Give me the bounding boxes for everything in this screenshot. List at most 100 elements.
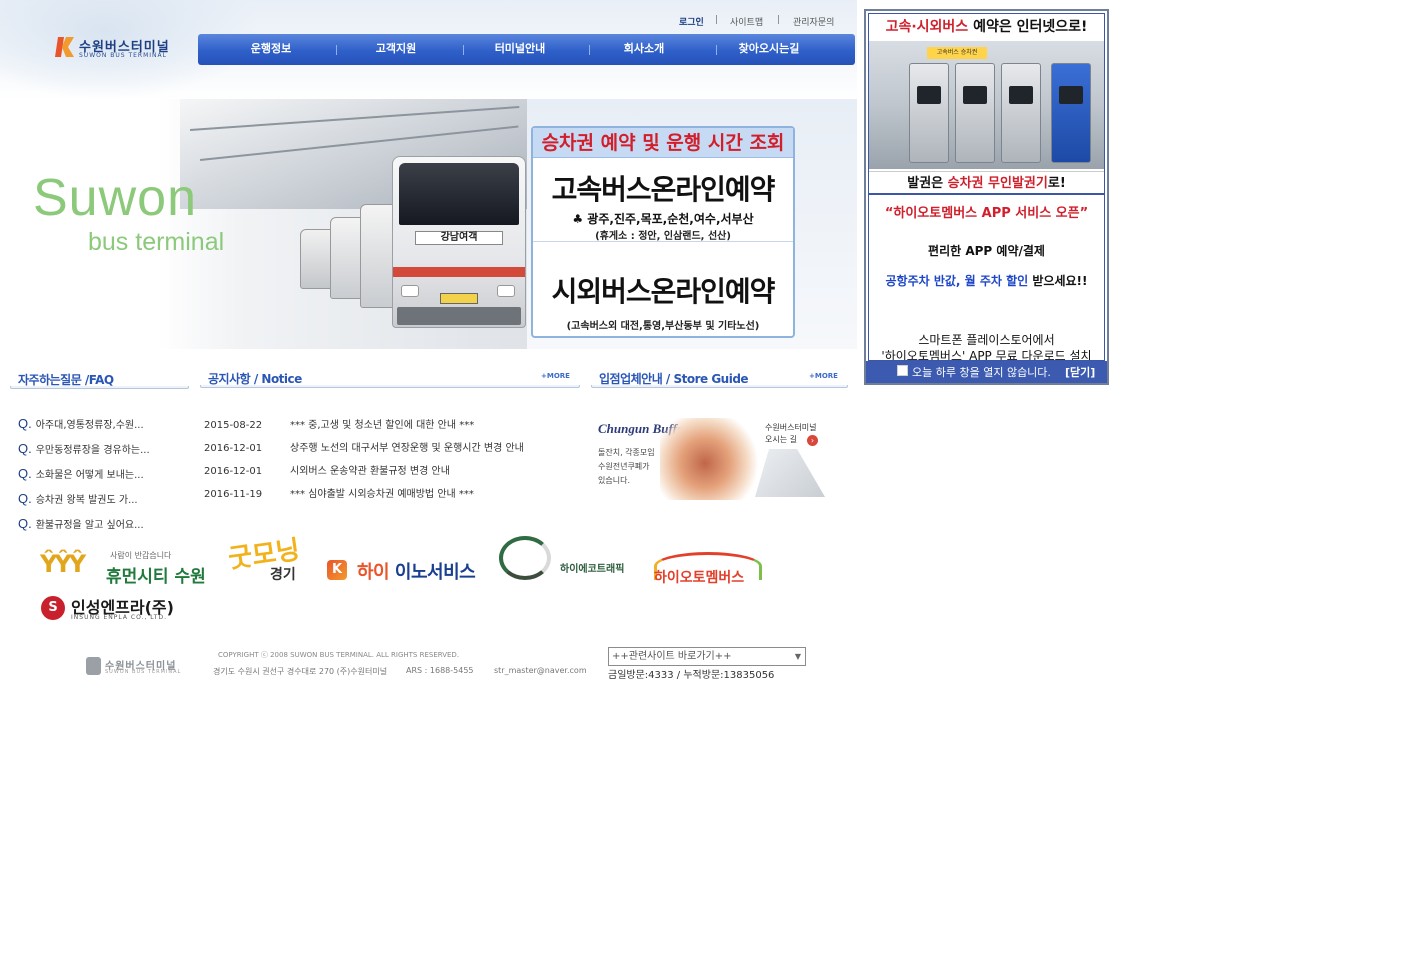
logo-subtext: SUWON BUS TERMINAL [79,52,167,59]
notice-date: 2016-11-19 [204,489,263,500]
chevron-right-icon[interactable]: › [807,435,818,446]
hiauto-label: 하이오토멤버스 [654,570,745,586]
notice-row[interactable]: 2015-08-22 *** 중,고생 및 청소년 할인에 대한 안내 *** [204,416,474,431]
popup-line-rest: 받으세요!! [1028,274,1088,288]
ticket-kiosk [909,63,949,163]
bus-front-image: 강남여객 [392,156,526,328]
store-desc-line: 수원전년쿠폐가 [598,462,650,471]
hiinno-label: 하이 이노서비스 [357,558,476,584]
directions-sign-line: 수원버스터미널 [765,423,817,432]
popup-line: 공항주차 반값, 월 주차 할인 받으세요!! [869,272,1104,289]
main-navigation: 운행정보 고객지원 터미널안내 회사소개 찾아오시는길 [198,34,855,65]
notice-row[interactable]: 2016-11-19 *** 심야출발 시외승차권 예매방법 안내 *** [204,485,474,500]
nav-item-terminal-guide[interactable]: 터미널안내 [470,34,570,65]
faq-item[interactable]: Q. 소화물은 어떻게 보내는... [18,466,144,481]
nav-item-operation-info[interactable]: 운행정보 [221,34,321,65]
notice-title-underline [200,385,580,388]
footer-copyright: COPYRIGHT ⓒ 2008 SUWON BUS TERMINAL. ALL… [218,651,460,659]
partner-hi-eco-traffic[interactable]: 하이에코트래픽 [499,536,644,582]
hieco-label: 하이에코트래픽 [560,564,625,575]
nav-item-customer-support[interactable]: 고객지원 [346,34,446,65]
booking-divider [533,241,793,242]
insung-label-en: INSUNG ENPLA CO., LTD. [71,614,167,621]
hiinno-label-rest: 이노서비스 [389,562,476,583]
popup-line: 스마트폰 플레이스토어에서 [918,333,1055,347]
store-guide-banner[interactable]: Chungun Buffet 돌잔치, 각종모임 수원전년쿠폐가 있습니다. 수… [595,404,843,504]
popup-headline-rest: 예약은 인터넷으로! [968,19,1088,35]
util-separator: | [777,15,781,25]
store-desc-line: 있습니다. [598,476,630,485]
faq-item[interactable]: Q. 환불규정을 알고 싶어요... [18,516,144,531]
related-sites-select[interactable]: ++관련사이트 바로가기++ ▼ [608,647,806,666]
notice-subject: 상주행 노선의 대구서부 연장운행 및 운행시간 변경 안내 [290,443,524,454]
partner-insung-enpla[interactable]: S 인성엔프라(주) INSUNG ENPLA CO., LTD. [41,594,183,626]
express-rest-areas: (휴게소 : 정안, 인삼랜드, 선산) [595,231,731,242]
caption-post: 로! [1047,176,1066,191]
notice-date: 2016-12-01 [204,466,263,477]
nav-item-directions[interactable]: 찾아오시는길 [719,34,819,65]
store-more-button[interactable]: +MORE [809,372,838,380]
popup-content[interactable]: 고속·시외버스 예약은 인터넷으로! 고속버스 승차권 발권은 승차권 무인발권… [868,13,1105,361]
hi-logo-icon: K [327,560,347,580]
store-title-underline [591,385,848,388]
faq-question: 우만동정류장을 경유하는... [35,445,150,456]
notice-more-button[interactable]: +MORE [541,372,570,380]
popup-headline-red: 고속·시외버스 [885,19,969,35]
dropdown-arrow-icon: ▼ [794,652,801,661]
nav-separator [589,45,590,55]
sitemap-link[interactable]: 사이트맵 [730,15,763,28]
partner-hi-auto-members[interactable]: 하이오토멤버스 [652,552,766,588]
human-city-tagline: 사람이 반갑습니다 [110,551,172,560]
intercity-routes: (고속버스외 대전,통영,부산동부 및 기타노선) [566,321,760,332]
site-logo[interactable]: 수원버스터미널 SUWON BUS TERMINAL [54,35,184,63]
ticket-kiosk [1051,63,1091,163]
express-booking-title[interactable]: 고속버스온라인예약 [533,168,793,208]
notice-row[interactable]: 2016-12-01 시외버스 운송약관 환불규정 변경 안내 [204,462,450,477]
nav-separator [716,45,717,55]
buffet-food-image [660,418,760,500]
ticket-kiosk [1001,63,1041,163]
partner-good-morning-gyeonggi[interactable]: 굿모닝 경기 [227,528,310,588]
bus-windshield [399,163,519,225]
footer-logo: 수원버스터미널 SUWON BUS TERMINAL [86,657,196,677]
faq-q-mark: Q. [18,416,32,431]
nav-item-company-intro[interactable]: 회사소개 [594,34,694,65]
people-figures-icon: ŶŶŶ [40,550,86,578]
bus-headlight [497,285,515,297]
footer-email[interactable]: str_master@naver.com [494,666,587,675]
caption-red: 승차권 무인발권기 [947,176,1048,191]
intercity-booking-title[interactable]: 시외버스온라인예약 [533,270,793,310]
ticket-kiosk [955,63,995,163]
faq-question: 승차권 왕복 발권도 가... [35,495,138,506]
faq-question: 아주대,영통정류장,수원... [35,420,144,431]
partner-hi-inno-service[interactable]: K 하이 이노서비스 [327,558,489,584]
admin-contact-link[interactable]: 관리자문의 [793,15,834,28]
human-city-label: 휴먼시티 수원 [106,567,206,587]
popup-line-blue: 공항주차 반값, 월 주차 할인 [885,274,1029,288]
store-description: 돌잔치, 각종모임 수원전년쿠폐가 있습니다. [598,446,655,488]
booking-banner-header: 승차권 예약 및 운행 시간 조회 [533,128,793,158]
partner-human-city-suwon[interactable]: ŶŶŶ 사람이 반갑습니다 휴먼시티 수원 [40,542,216,590]
kiosk-sign: 고속버스 승차권 [927,47,987,59]
login-link[interactable]: 로그인 [679,15,704,28]
kiosk-screen [1059,86,1083,104]
nav-separator [336,45,337,55]
bus-terminal-wordmark: bus terminal [88,228,225,256]
bus-stripe [393,267,525,277]
dont-show-today-label[interactable]: 오늘 하루 창을 열지 않습니다. [912,364,1051,380]
gyeonggi-label: 경기 [270,567,296,583]
faq-item[interactable]: Q. 우만동정류장을 경유하는... [18,441,150,456]
faq-question: 소화물은 어떻게 보내는... [35,470,144,481]
faq-item[interactable]: Q. 아주대,영통정류장,수원... [18,416,144,431]
popup-kiosk-caption: 발권은 승차권 무인발권기로! [869,171,1104,195]
popup-close-button[interactable]: [닫기] [1065,364,1095,380]
faq-q-mark: Q. [18,441,32,456]
dont-show-today-checkbox[interactable] [897,365,908,376]
notice-row[interactable]: 2016-12-01 상주행 노선의 대구서부 연장운행 및 운행시간 변경 안내 [204,439,524,454]
online-booking-banner[interactable]: 승차권 예약 및 운행 시간 조회 고속버스온라인예약 ♣ 광주,진주,목포,순… [531,126,795,338]
insung-logo-icon: S [41,596,65,620]
suwon-wordmark: Suwon [33,169,197,227]
faq-title-underline [10,386,189,389]
faq-item[interactable]: Q. 승차권 왕복 발권도 가... [18,491,138,506]
notice-date: 2015-08-22 [204,420,263,431]
